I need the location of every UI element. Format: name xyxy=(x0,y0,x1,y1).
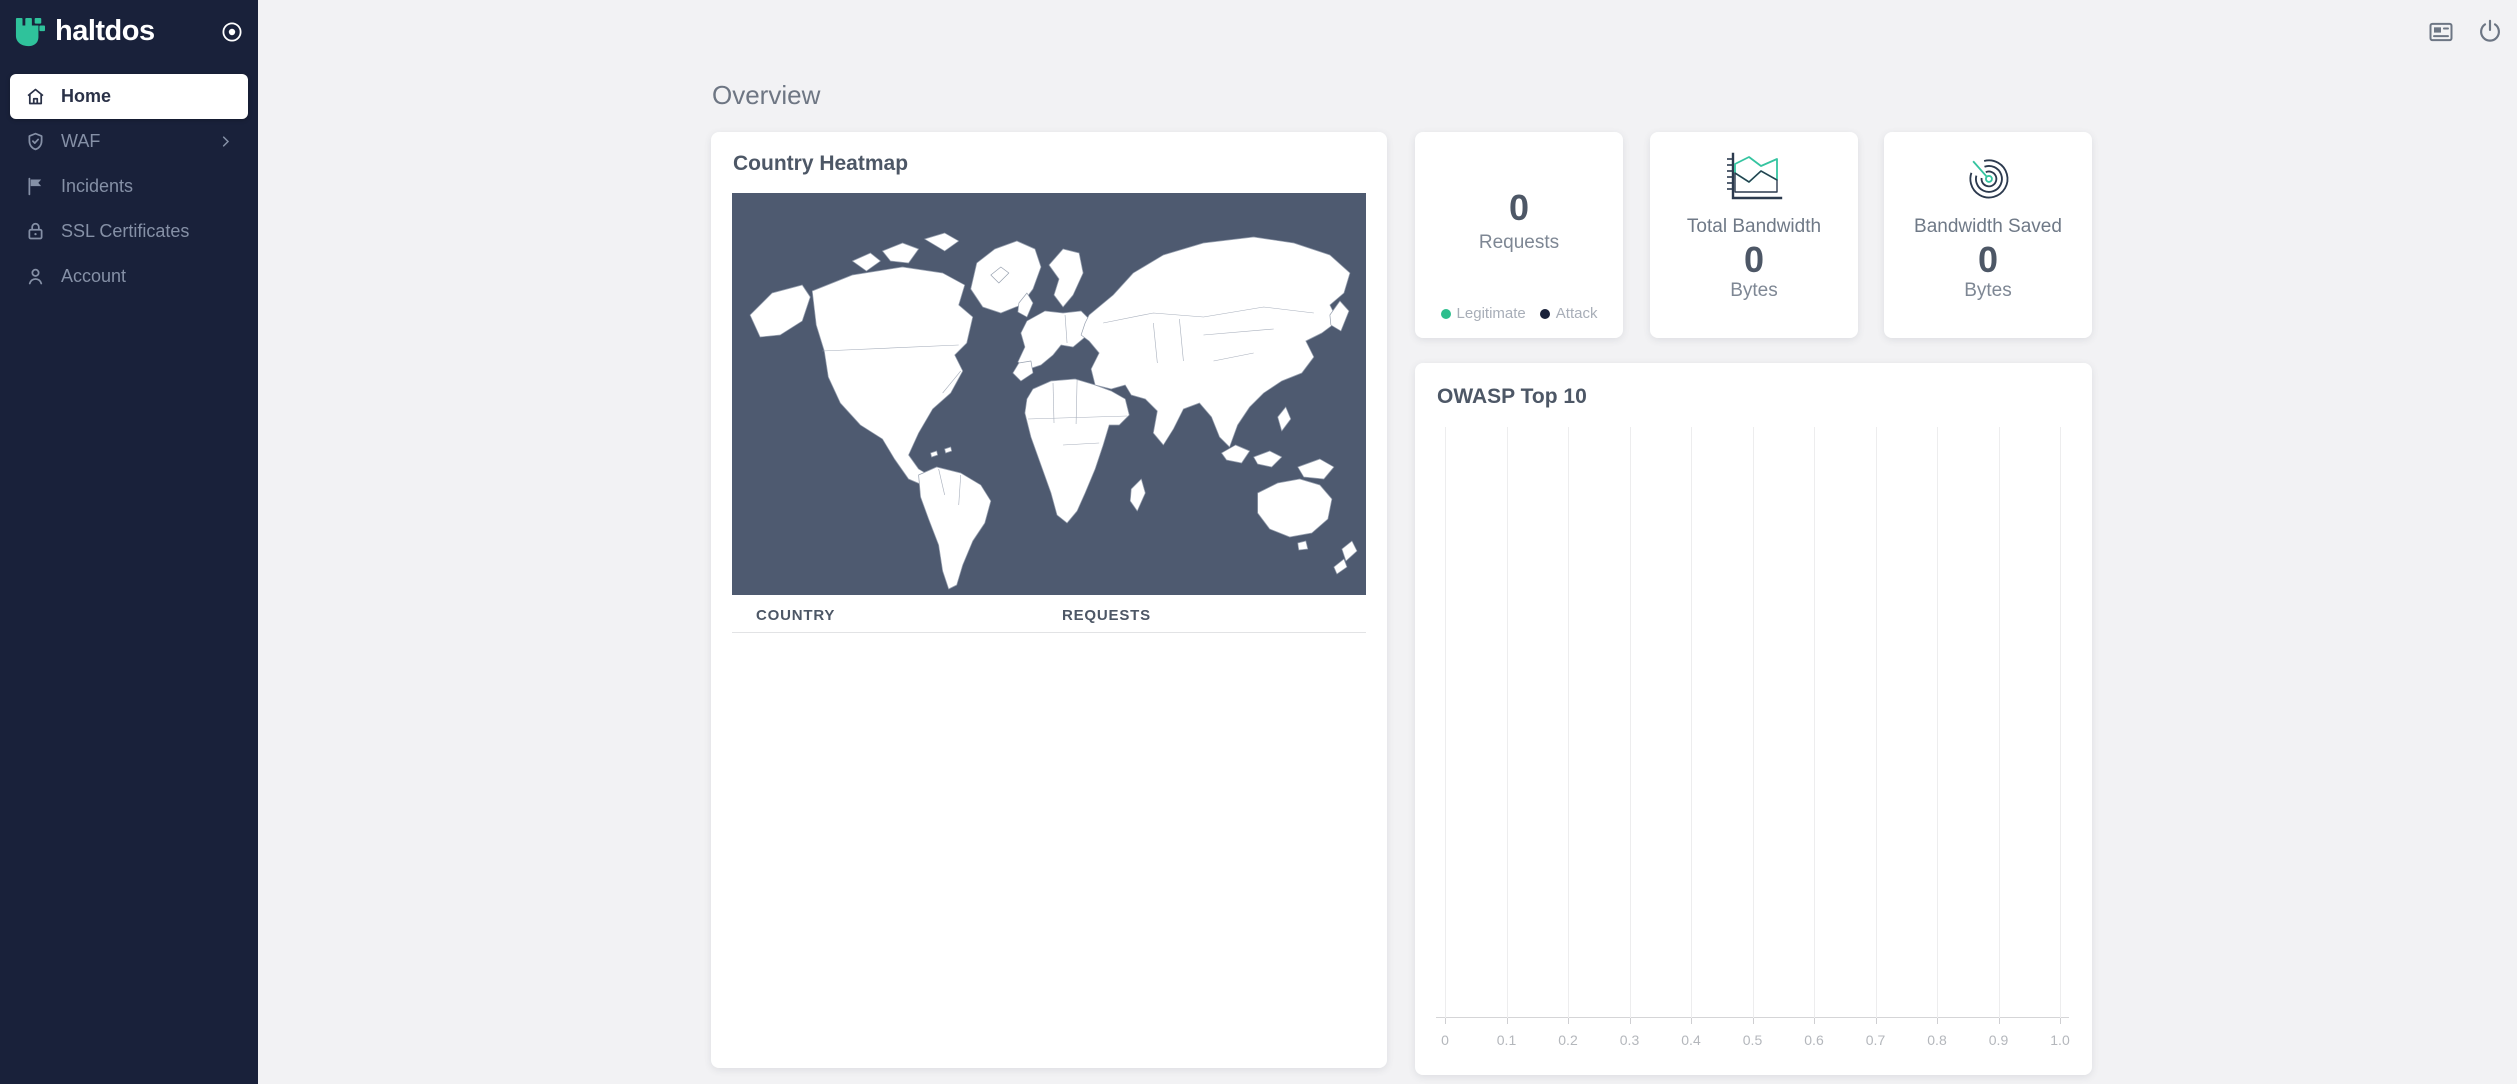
flag-icon xyxy=(25,176,46,197)
total-bandwidth-value: 0 xyxy=(1744,240,1764,280)
sidebar-item-label: WAF xyxy=(61,131,203,152)
requests-value: 0 xyxy=(1509,188,1529,228)
sidebar-item-label: Home xyxy=(61,86,233,107)
x-axis-tick xyxy=(1814,1018,1815,1024)
sidebar-item-ssl-certificates[interactable]: SSL Certificates xyxy=(10,209,248,254)
legend-item-attack: Attack xyxy=(1540,305,1598,322)
owasp-top10-card: OWASP Top 10 00.10.20.30.40.50.60.70.80.… xyxy=(1415,363,2092,1075)
chart-gridline xyxy=(1753,427,1754,1018)
chart-gridline xyxy=(2060,427,2061,1018)
bandwidth-saved-label: Bandwidth Saved xyxy=(1914,216,2062,238)
chart-gridline xyxy=(1999,427,2000,1018)
x-axis-tick xyxy=(1507,1018,1508,1024)
x-axis-tick xyxy=(1691,1018,1692,1024)
chart-gridline xyxy=(1568,427,1569,1018)
x-axis-tick xyxy=(1568,1018,1569,1024)
requests-stat-card: 0 Requests Legitimate Attack xyxy=(1415,132,1623,338)
x-axis-tick-label: 0.3 xyxy=(1620,1032,1639,1048)
sidebar-item-label: Incidents xyxy=(61,176,233,197)
x-axis-tick-label: 0.5 xyxy=(1743,1032,1762,1048)
sidebar-item-label: SSL Certificates xyxy=(61,221,233,242)
x-axis-tick-label: 0.8 xyxy=(1927,1032,1946,1048)
brand: haltdos xyxy=(0,0,258,48)
x-axis-tick xyxy=(1999,1018,2000,1024)
home-icon xyxy=(25,86,46,107)
sidebar: haltdos Home xyxy=(0,0,258,1084)
legend-label: Attack xyxy=(1556,305,1598,322)
x-axis-tick-label: 0.6 xyxy=(1804,1032,1823,1048)
x-axis-tick xyxy=(2060,1018,2061,1024)
legend-item-legitimate: Legitimate xyxy=(1441,305,1526,322)
brand-name: haltdos xyxy=(55,15,220,48)
topbar xyxy=(2427,18,2505,46)
owasp-chart-plot[interactable]: 00.10.20.30.40.50.60.70.80.91.0 xyxy=(1445,427,2060,1018)
country-heatmap-card: Country Heatmap xyxy=(711,132,1387,1068)
user-icon xyxy=(25,266,46,287)
total-bandwidth-label: Total Bandwidth xyxy=(1687,216,1821,238)
legend-label: Legitimate xyxy=(1457,305,1526,322)
bandwidth-saved-value: 0 xyxy=(1978,240,1998,280)
chart-gridline xyxy=(1876,427,1877,1018)
x-axis-tick xyxy=(1876,1018,1877,1024)
column-header-requests[interactable]: REQUESTS xyxy=(1062,607,1151,624)
chart-gridline xyxy=(1445,427,1446,1018)
world-map[interactable] xyxy=(732,193,1366,595)
area-chart-icon xyxy=(1723,152,1785,204)
card-title: Country Heatmap xyxy=(711,132,1387,176)
chart-gridline xyxy=(1814,427,1815,1018)
chart-gridline xyxy=(1630,427,1631,1018)
heatmap-table-header: COUNTRY REQUESTS xyxy=(732,595,1366,633)
power-icon[interactable] xyxy=(2477,18,2505,46)
x-axis-tick-label: 0.1 xyxy=(1497,1032,1516,1048)
x-axis-tick xyxy=(1937,1018,1938,1024)
x-axis-tick-label: 0.9 xyxy=(1989,1032,2008,1048)
x-axis-tick-label: 1.0 xyxy=(2050,1032,2069,1048)
x-axis-tick-label: 0 xyxy=(1441,1032,1449,1048)
chevron-right-icon xyxy=(218,134,233,149)
sidebar-item-home[interactable]: Home xyxy=(10,74,248,119)
total-bandwidth-stat-card: Total Bandwidth 0 Bytes xyxy=(1650,132,1858,338)
heatmap-table: COUNTRY REQUESTS xyxy=(732,595,1366,633)
x-axis-tick-label: 0.2 xyxy=(1558,1032,1577,1048)
requests-label: Requests xyxy=(1479,232,1559,254)
requests-legend: Legitimate Attack xyxy=(1415,305,1623,322)
chart-gridline xyxy=(1507,427,1508,1018)
chart-gridline xyxy=(1691,427,1692,1018)
page-title: Overview xyxy=(712,80,820,111)
circle-dot-icon[interactable] xyxy=(220,20,244,44)
x-axis-tick xyxy=(1445,1018,1446,1024)
legitimate-dot xyxy=(1441,309,1451,319)
shield-icon xyxy=(25,131,46,152)
bandwidth-saved-unit: Bytes xyxy=(1964,280,2012,302)
x-axis-tick-label: 0.4 xyxy=(1681,1032,1700,1048)
attack-dot xyxy=(1540,309,1550,319)
app-root: haltdos Home xyxy=(0,0,2517,1084)
x-axis-tick xyxy=(1630,1018,1631,1024)
fist-icon xyxy=(14,17,46,47)
lock-icon xyxy=(25,221,46,242)
x-axis-tick xyxy=(1753,1018,1754,1024)
column-header-country[interactable]: COUNTRY xyxy=(756,607,835,624)
news-card-icon[interactable] xyxy=(2427,18,2455,46)
chart-gridline xyxy=(1937,427,1938,1018)
sidebar-item-account[interactable]: Account xyxy=(10,254,248,299)
bandwidth-saved-stat-card: Bandwidth Saved 0 Bytes xyxy=(1884,132,2092,338)
x-axis-tick-label: 0.7 xyxy=(1866,1032,1885,1048)
card-title: OWASP Top 10 xyxy=(1415,363,2092,409)
sidebar-item-waf[interactable]: WAF xyxy=(10,119,248,164)
world-map-svg xyxy=(732,193,1366,595)
sidebar-item-incidents[interactable]: Incidents xyxy=(10,164,248,209)
total-bandwidth-unit: Bytes xyxy=(1730,280,1778,302)
sidebar-nav: Home WAF xyxy=(0,74,258,299)
sidebar-item-label: Account xyxy=(61,266,233,287)
radar-icon xyxy=(1960,152,2016,204)
